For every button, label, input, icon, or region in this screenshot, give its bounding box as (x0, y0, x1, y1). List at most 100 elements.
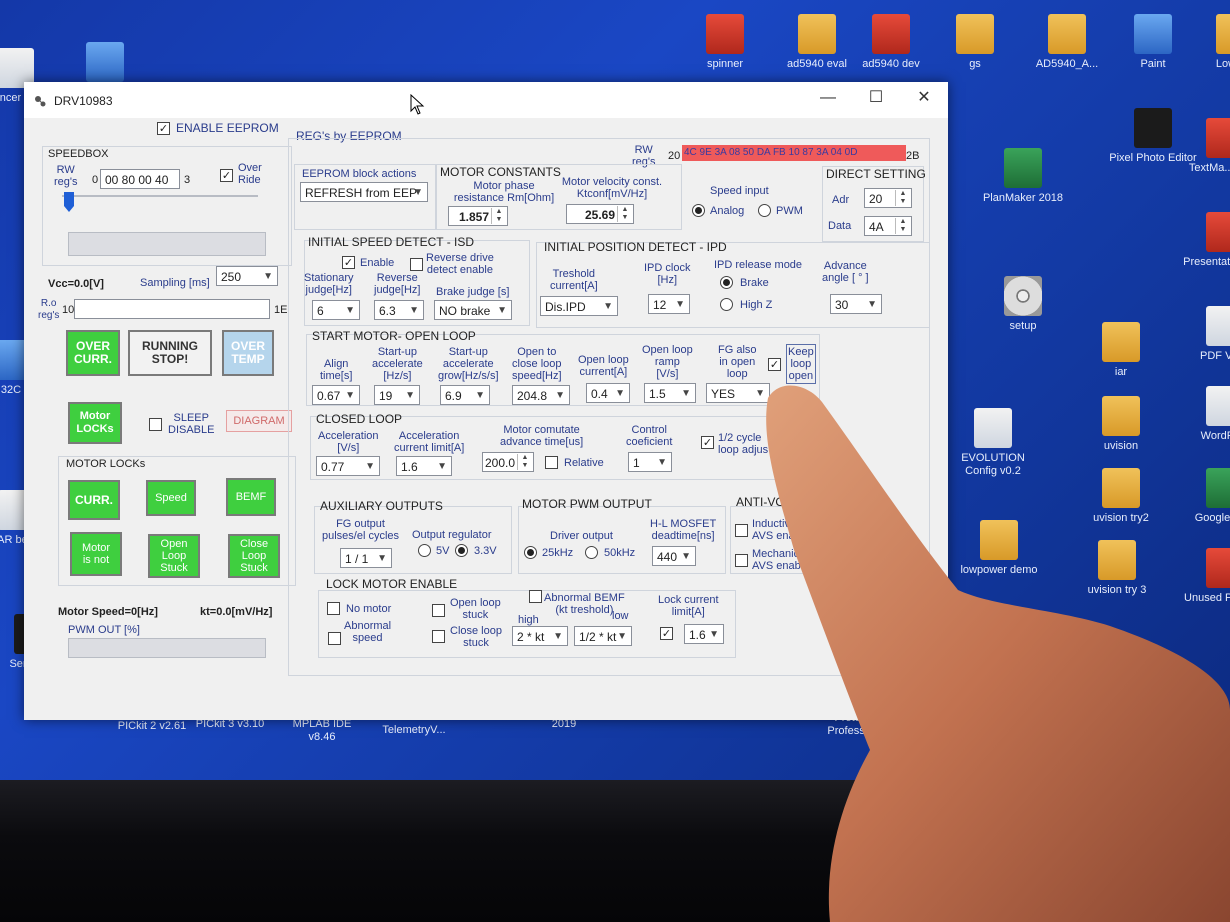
desktop-icon[interactable]: spinner (680, 14, 770, 71)
no-motor-label: No motor (346, 603, 392, 615)
close-loop-stuck-label: Close loop stuck (450, 625, 502, 649)
ro-regs-input[interactable] (74, 299, 270, 319)
minimize-button[interactable]: — (808, 86, 848, 110)
desktop-icon[interactable]: TextMa... 2018 (1180, 118, 1230, 175)
abnormal-speed-checkbox[interactable] (328, 632, 341, 645)
speedbox-rw-input[interactable]: 00 80 00 40 (100, 169, 180, 189)
override-checkbox[interactable]: ✓ (220, 169, 233, 182)
running-stop-button[interactable]: RUNNING STOP! (128, 330, 212, 376)
over-temp-button[interactable]: OVER TEMP (222, 330, 274, 376)
lock-motor-enable-title: LOCK MOTOR ENABLE (326, 577, 458, 591)
advance-angle-select[interactable]: 30 ▼ (830, 294, 882, 314)
reverse-detect-checkbox[interactable] (410, 258, 423, 271)
desktop-icon[interactable]: Paint (1108, 14, 1198, 71)
folder-icon (798, 14, 836, 54)
direct-setting-title: DIRECT SETTING (826, 167, 926, 181)
inductive-avs-checkbox[interactable] (735, 524, 748, 537)
close-button[interactable]: ✕ (904, 86, 944, 110)
driver-25khz-radio[interactable] (524, 546, 537, 559)
bemf-high-select[interactable]: 2 * kt ▼ (512, 626, 568, 646)
close-loop-stuck-checkbox[interactable] (432, 630, 445, 643)
folder-icon (1102, 322, 1140, 362)
rm-stepper[interactable]: 1.857 ▲ ▼ (448, 206, 508, 226)
enable-eeprom-checkbox[interactable]: ✓ (157, 122, 170, 135)
desktop-icon[interactable]: AD5940_A... (1022, 14, 1112, 71)
folder-icon (956, 14, 994, 54)
lock-current-select[interactable]: 1.6 ▼ (684, 624, 724, 644)
maximize-button[interactable]: ☐ (856, 86, 896, 110)
no-motor-checkbox[interactable] (327, 602, 340, 615)
half-cycle-checkbox[interactable]: ✓ (701, 436, 714, 449)
keep-loop-open-checkbox[interactable]: ✓ (768, 358, 781, 371)
deadtime-label: H-L MOSFET deadtime[ns] (650, 518, 717, 542)
isd-enable-checkbox[interactable]: ✓ (342, 256, 355, 269)
rw-hex-values[interactable]: 4C 9E 3A 08 50 DA FB 10 87 3A 04 0D (682, 145, 906, 161)
desktop-icon[interactable]: iar (1076, 322, 1166, 379)
stationary-judge-select[interactable]: 6 ▼ (312, 300, 360, 320)
rw-hex-start: 20 (668, 150, 681, 162)
desktop-icon[interactable]: gs (930, 14, 1020, 71)
deadtime-select[interactable]: 440 ▼ (652, 546, 696, 566)
fg-output-select[interactable]: 1 / 1 ▼ (340, 548, 392, 568)
bemf-low-select[interactable]: 1/2 * kt ▼ (574, 626, 632, 646)
regulator-5v-radio[interactable] (418, 544, 431, 557)
data-stepper[interactable]: 4A ▲ ▼ (864, 216, 912, 236)
commutate-stepper[interactable]: 200.0 ▲ ▼ (482, 452, 534, 472)
closed-loop-title: CLOSED LOOP (316, 412, 403, 426)
lock-motor-is-not-indicator: Motor is not (70, 532, 122, 576)
regulator-33v-label: 3.3V (474, 545, 497, 557)
desktop-icon-label[interactable]: TelemetryV... (374, 724, 454, 737)
desktop-icon-label: gs (969, 58, 981, 70)
close-speed-select[interactable]: 204.8 ▼ (512, 385, 570, 405)
diagram-button[interactable]: DIAGRAM (226, 410, 292, 432)
over-current-button[interactable]: OVER CURR. (66, 330, 120, 376)
desktop-icon[interactable]: Presentat... 2018 (1180, 212, 1230, 269)
relative-checkbox[interactable] (545, 456, 558, 469)
startup-grow-select[interactable]: 6.9 ▼ (440, 385, 490, 405)
align-time-select[interactable]: 0.67 ▼ (312, 385, 360, 405)
mechanic-avs-checkbox[interactable] (735, 554, 748, 567)
cl-accel-select[interactable]: 0.77 ▼ (316, 456, 380, 476)
open-loop-current-select[interactable]: 0.4 ▼ (586, 383, 630, 403)
regulator-33v-radio[interactable] (455, 544, 468, 557)
open-loop-stuck-checkbox[interactable] (432, 604, 445, 617)
desktop-icon-label[interactable]: PICkit 2 v2.61 (112, 720, 192, 733)
stationary-judge-label: Stationary judge[Hz] (304, 272, 354, 296)
startup-accel-select[interactable]: 19 ▼ (374, 385, 420, 405)
eeprom-action-select[interactable]: REFRESH from EEP ▼ (300, 182, 428, 202)
desktop-icon[interactable]: ad5940 dev (846, 14, 936, 71)
motor-locks-button[interactable]: Motor LOCKs (68, 402, 122, 444)
sampling-select[interactable]: 250 ▼ (216, 266, 278, 286)
desktop-icon-label: TextMa... 2018 (1188, 162, 1230, 174)
speed-input-analog-radio[interactable] (692, 204, 705, 217)
lock-current-checkbox[interactable]: ✓ (660, 627, 673, 640)
ipd-clock-select[interactable]: 12 ▼ (648, 294, 690, 314)
ipd-treshold-select[interactable]: Dis.IPD ▼ (540, 296, 618, 316)
desktop-icon[interactable]: setup (978, 276, 1068, 333)
desktop-icon[interactable]: PDF Vie... (1180, 306, 1230, 363)
ipd-brake-radio[interactable] (720, 276, 733, 289)
lock-open-loop-stuck-indicator: Open Loop Stuck (148, 534, 200, 578)
reverse-detect-label: Reverse drive detect enable (426, 252, 494, 276)
desktop-icon-label[interactable]: MPLAB IDE v8.46 (282, 718, 362, 744)
open-loop-ramp-select[interactable]: 1.5 ▼ (644, 383, 696, 403)
ipd-title: INITIAL POSITION DETECT - IPD (544, 240, 727, 254)
advance-angle-label: Advance angle [ ° ] (822, 260, 869, 284)
adr-stepper[interactable]: 20 ▲ ▼ (864, 188, 912, 208)
control-coef-select[interactable]: 1 ▼ (628, 452, 672, 472)
brake-judge-select[interactable]: NO brake ▼ (434, 300, 512, 320)
desktop-icon-label: PDF Vie... (1200, 350, 1230, 362)
desktop-icon[interactable]: PlanMaker 2018 (978, 148, 1068, 205)
app-icon (1004, 276, 1042, 316)
desktop-icon[interactable]: Low P... (1190, 14, 1230, 71)
cl-limit-select[interactable]: 1.6 ▼ (396, 456, 452, 476)
speed-input-pwm-radio[interactable] (758, 204, 771, 217)
kt-stepper[interactable]: 25.69 ▲ ▼ (566, 204, 634, 224)
ipd-highz-radio[interactable] (720, 298, 733, 311)
app-icon (706, 14, 744, 54)
abnormal-bemf-checkbox[interactable] (529, 590, 542, 603)
reverse-judge-select[interactable]: 6.3 ▼ (374, 300, 424, 320)
sleep-disable-checkbox[interactable] (149, 418, 162, 431)
ro-regs-end: 1E (274, 304, 288, 316)
driver-50khz-radio[interactable] (585, 546, 598, 559)
